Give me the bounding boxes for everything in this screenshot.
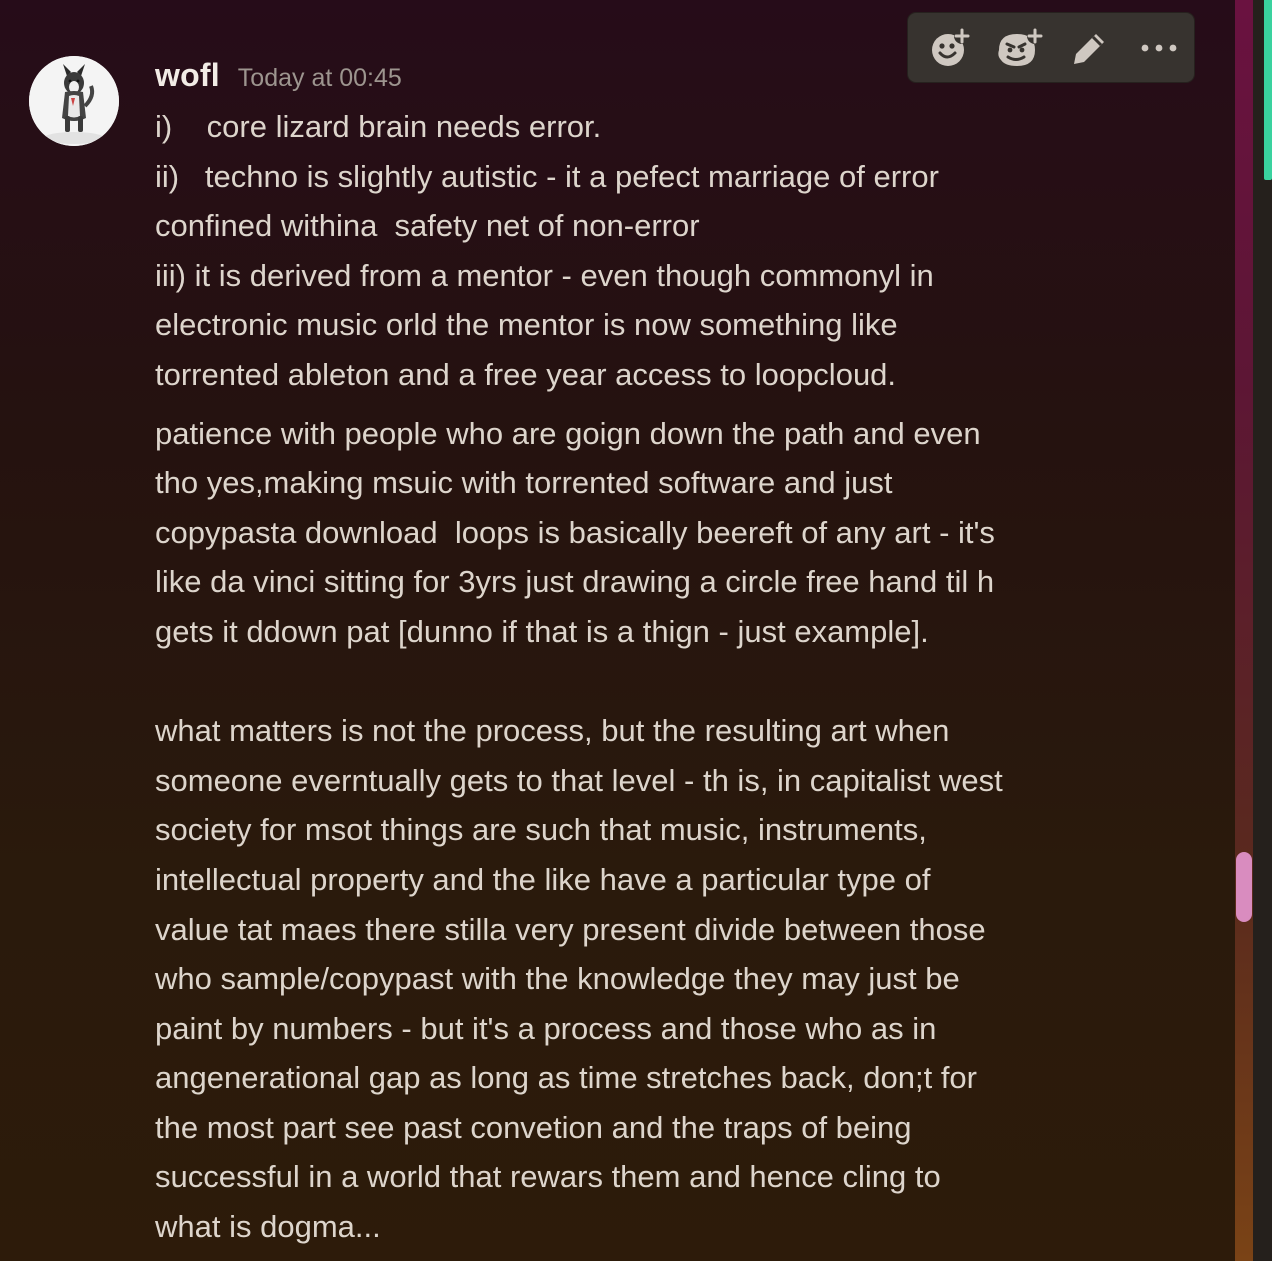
- message-line: confined withina safety net of non-error: [155, 208, 700, 244]
- unread-indicator: [1264, 0, 1272, 180]
- message-line: electronic music orld the mentor is now …: [155, 307, 898, 343]
- message-part-1: i) core lizard brain needs error. ii) te…: [155, 102, 1130, 400]
- edit-button[interactable]: [1055, 15, 1125, 81]
- scrollbar-track[interactable]: [1253, 0, 1272, 1261]
- message-line: who sample/copypast with the knowledge t…: [155, 961, 960, 997]
- avatar[interactable]: [29, 56, 119, 146]
- message-line: iii) it is derived from a mentor - even …: [155, 257, 934, 293]
- message-body: i) core lizard brain needs error. ii) te…: [155, 102, 1130, 1252]
- message-line: angenerational gap as long as time stret…: [155, 1060, 977, 1096]
- add-reaction-icon: [931, 27, 970, 66]
- message-line: copypasta download loops is basically be…: [155, 514, 995, 550]
- edit-icon: [1073, 33, 1104, 64]
- message-line: tho yes,making msuic with torrented soft…: [155, 465, 893, 501]
- message-line: intellectual property and the like have …: [155, 861, 931, 897]
- message-line: like da vinci sitting for 3yrs just draw…: [155, 564, 995, 600]
- message-line: paint by numbers - but it's a process an…: [155, 1010, 937, 1046]
- more-options-icon: [1141, 44, 1177, 51]
- add-super-reaction-icon: [998, 27, 1044, 66]
- side-rail: [1235, 0, 1253, 1261]
- message-line: society for msot things are such that mu…: [155, 812, 927, 848]
- message-action-toolbar: [907, 12, 1195, 83]
- message-line: the most part see past convetion and the…: [155, 1109, 912, 1145]
- message-part-2: patience with people who are goign down …: [155, 409, 1130, 1252]
- message-line: ii) techno is slightly autistic - it a p…: [155, 158, 939, 194]
- more-options-button[interactable]: [1125, 15, 1195, 81]
- message-line: successful in a world that rewars them a…: [155, 1159, 941, 1195]
- message-line: value tat maes there stilla very present…: [155, 911, 986, 947]
- message-line: gets it ddown pat [dunno if that is a th…: [155, 613, 929, 649]
- message-line: someone everntually gets to that level -…: [155, 762, 1003, 798]
- scrollbar-thumb[interactable]: [1236, 852, 1252, 922]
- husky-avatar-image: [29, 56, 119, 146]
- message-header: wofl Today at 00:45: [155, 57, 402, 97]
- chat-message-area: wofl Today at 00:45 i) core lizard brain…: [0, 0, 1234, 1261]
- add-super-reaction-button[interactable]: [986, 15, 1056, 81]
- message-line: what is dogma...: [155, 1209, 381, 1245]
- username[interactable]: wofl: [155, 57, 220, 94]
- message-line: what matters is not the process, but the…: [155, 713, 950, 749]
- message-timestamp[interactable]: Today at 00:45: [238, 64, 402, 93]
- message-line: torrented ableton and a free year access…: [155, 356, 897, 392]
- message-line: i) core lizard brain needs error.: [155, 109, 602, 144]
- add-reaction-button[interactable]: [916, 15, 986, 81]
- message-line: patience with people who are goign down …: [155, 415, 981, 451]
